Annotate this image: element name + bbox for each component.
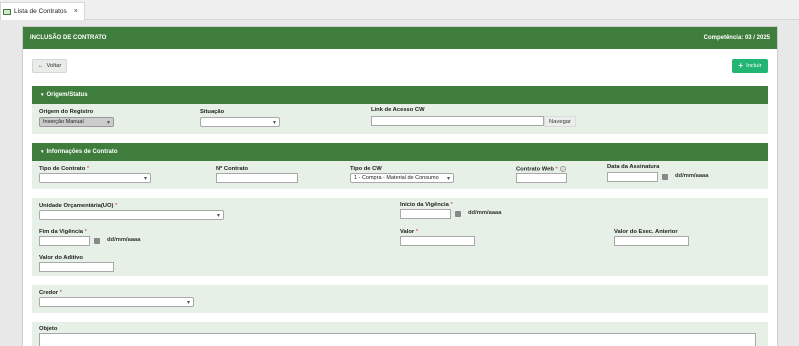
add-button-label: Incluir bbox=[746, 63, 762, 69]
section-contrato-title: Informações de Contrato bbox=[46, 149, 118, 155]
valor-label: Valor * bbox=[400, 229, 419, 235]
back-button-label: Voltar bbox=[46, 63, 62, 69]
chevron-down-icon: ▾ bbox=[106, 120, 110, 126]
page-header: INCLUSÃO DE CONTRATO Competência: 03 / 2… bbox=[23, 27, 777, 49]
inicio-vigencia-input[interactable] bbox=[400, 209, 451, 219]
valor-input[interactable] bbox=[400, 236, 475, 246]
fim-vigencia-input[interactable] bbox=[39, 236, 90, 246]
competencia-label: Competência: 03 / 2025 bbox=[703, 35, 770, 41]
chevron-down-icon: ▾ bbox=[272, 120, 276, 126]
section-orcamento-body: Unidade Orçamentária(UO) * ▾ Início da V… bbox=[32, 198, 768, 276]
data-assinatura-input[interactable] bbox=[607, 172, 658, 182]
chevron-down-icon: ▾ bbox=[446, 176, 450, 182]
section-contrato-header[interactable]: ▾ Informações de Contrato bbox=[32, 143, 768, 161]
tipo-cw-label: Tipo de CW bbox=[350, 166, 382, 172]
section-origem-title: Origem/Status bbox=[46, 92, 88, 98]
date-format-hint: dd/mm/aaaa bbox=[107, 237, 141, 243]
close-icon[interactable]: × bbox=[74, 8, 78, 15]
inicio-vigencia-label: Início da Vigência * bbox=[400, 202, 453, 208]
help-icon[interactable]: ? bbox=[559, 166, 566, 172]
tab-title: Lista de Contratos bbox=[14, 8, 67, 15]
section-credor-body: Credor * ▾ bbox=[32, 285, 768, 313]
objeto-textarea[interactable] bbox=[39, 333, 756, 346]
tipo-cw-select[interactable]: 1 - Compra - Material de Consumo ▾ bbox=[350, 173, 454, 183]
link-cw-input[interactable] bbox=[371, 116, 544, 126]
calendar-icon[interactable] bbox=[94, 238, 100, 244]
plus-icon: + bbox=[738, 61, 744, 70]
contrato-web-label: Contrato Web *? bbox=[516, 166, 566, 173]
table-icon bbox=[3, 8, 11, 15]
origem-select[interactable]: Inserção Manual ▾ bbox=[39, 117, 114, 127]
tab-bar: Lista de Contratos × bbox=[0, 0, 799, 20]
credor-label: Credor * bbox=[39, 290, 62, 296]
page-title: INCLUSÃO DE CONTRATO bbox=[30, 35, 107, 41]
tipo-cw-value: 1 - Compra - Material de Consumo bbox=[354, 175, 439, 181]
contrato-web-input[interactable] bbox=[516, 173, 567, 183]
navegar-button[interactable]: Navegar bbox=[544, 116, 576, 127]
tab-lista-contratos[interactable]: Lista de Contratos × bbox=[0, 2, 85, 20]
section-objeto-body: Objeto bbox=[32, 322, 768, 346]
origem-label: Origem do Registro bbox=[39, 109, 94, 115]
back-button[interactable]: ← Voltar bbox=[32, 59, 67, 73]
calendar-icon[interactable] bbox=[455, 211, 461, 217]
chevron-down-icon: ▾ bbox=[41, 149, 44, 155]
arrow-left-icon: ← bbox=[37, 63, 44, 69]
num-contrato-input[interactable] bbox=[216, 173, 298, 183]
section-contrato-body: Tipo de Contrato * ▾ Nº Contrato Tipo de… bbox=[32, 161, 768, 189]
tipo-contrato-select[interactable]: ▾ bbox=[39, 173, 151, 183]
situacao-select[interactable]: ▾ bbox=[200, 117, 280, 127]
chevron-down-icon: ▾ bbox=[41, 92, 44, 98]
uo-label: Unidade Orçamentária(UO) * bbox=[39, 203, 118, 209]
valor-aditivo-input[interactable] bbox=[39, 262, 114, 272]
tipo-contrato-label: Tipo de Contrato * bbox=[39, 166, 90, 172]
data-assinatura-label: Data da Assinatura bbox=[607, 164, 660, 170]
add-button[interactable]: + Incluir bbox=[732, 59, 768, 73]
valor-aditivo-label: Valor do Aditivo bbox=[39, 255, 83, 261]
num-contrato-label: Nº Contrato bbox=[216, 166, 249, 172]
date-format-hint: dd/mm/aaaa bbox=[675, 173, 709, 179]
fim-vigencia-label: Fim da Vigência * bbox=[39, 229, 87, 235]
calendar-icon[interactable] bbox=[662, 174, 668, 180]
link-cw-label: Link de Acesso CW bbox=[371, 107, 425, 113]
main-panel: INCLUSÃO DE CONTRATO Competência: 03 / 2… bbox=[22, 26, 778, 346]
situacao-label: Situação bbox=[200, 109, 225, 115]
objeto-label: Objeto bbox=[39, 326, 58, 332]
date-format-hint: dd/mm/aaaa bbox=[468, 210, 502, 216]
chevron-down-icon: ▾ bbox=[186, 300, 190, 306]
section-origem-header[interactable]: ▾ Origem/Status bbox=[32, 86, 768, 104]
section-origem-body: Origem do Registro Inserção Manual ▾ Sit… bbox=[32, 104, 768, 134]
uo-select[interactable]: ▾ bbox=[39, 210, 224, 220]
chevron-down-icon: ▾ bbox=[216, 213, 220, 219]
valor-anterior-label: Valor do Exec. Anterior bbox=[614, 229, 678, 235]
chevron-down-icon: ▾ bbox=[143, 176, 147, 182]
valor-anterior-input[interactable] bbox=[614, 236, 689, 246]
origem-select-value: Inserção Manual bbox=[43, 119, 84, 125]
credor-select[interactable]: ▾ bbox=[39, 297, 194, 307]
